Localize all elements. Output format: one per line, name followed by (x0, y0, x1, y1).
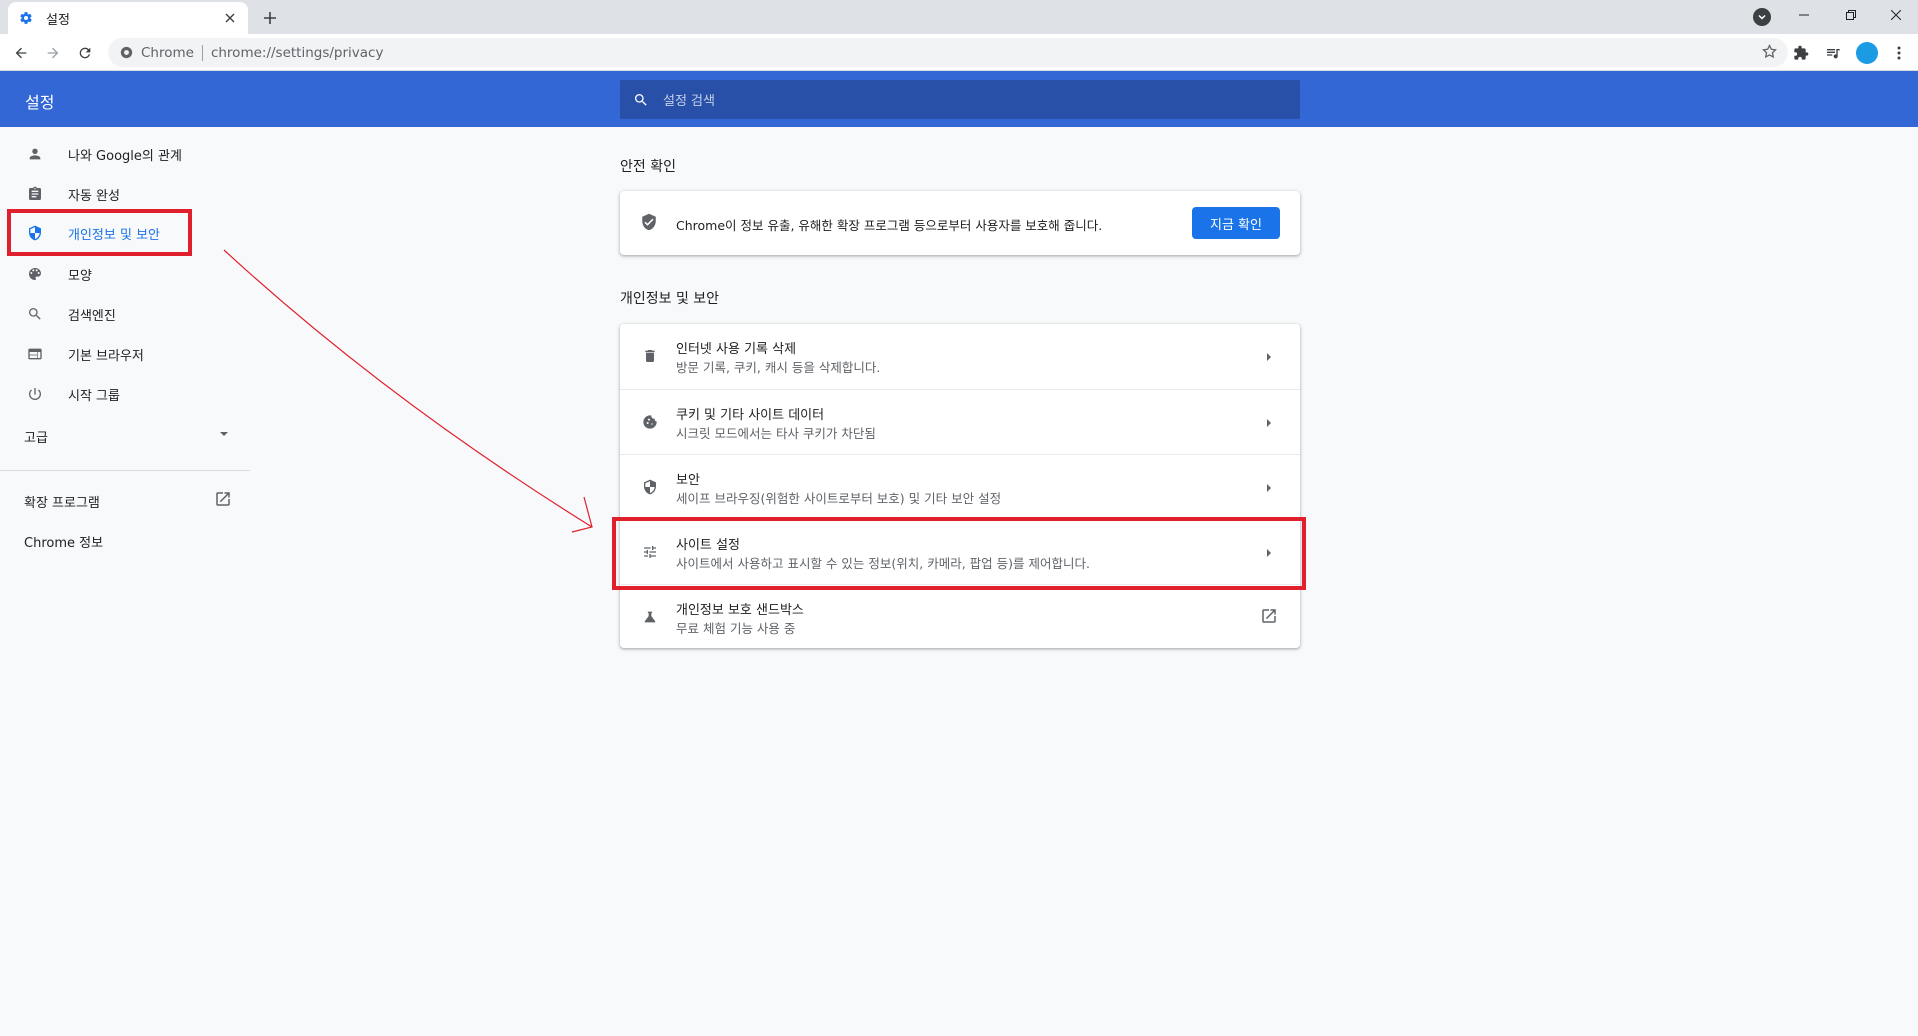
gear-icon (18, 10, 34, 26)
clipboard-icon (25, 184, 45, 204)
cookie-icon (640, 412, 660, 432)
sidebar-item-default-browser[interactable]: 기본 브라우저 (0, 334, 250, 374)
row-subtitle: 사이트에서 사용하고 표시할 수 있는 정보(위치, 카메라, 팝업 등)를 제… (676, 556, 1090, 571)
person-icon (25, 144, 45, 164)
palette-icon (25, 264, 45, 284)
sidebar-item-label: 자동 완성 (68, 188, 120, 204)
extensions-puzzle-icon[interactable] (1788, 40, 1814, 66)
sidebar-item-autofill[interactable]: 자동 완성 (0, 174, 250, 214)
row-clear-browsing-data[interactable]: 인터넷 사용 기록 삭제 방문 기록, 쿠키, 캐시 등을 삭제합니다. (620, 324, 1300, 389)
site-chip-label: Chrome (141, 44, 194, 61)
sidebar-item-label: 시작 그룹 (68, 388, 120, 404)
row-title: 보안 (676, 473, 700, 488)
sidebar-item-label: 모양 (68, 268, 92, 284)
arrow-right-icon (1264, 480, 1274, 499)
reload-button[interactable] (72, 40, 98, 66)
arrow-right-icon (1264, 415, 1274, 434)
sidebar-item-label: 확장 프로그램 (24, 496, 100, 511)
safety-check-description: Chrome이 정보 유출, 유해한 확장 프로그램 등으로부터 사용자를 보호… (676, 218, 1103, 233)
url-text[interactable]: chrome://settings/privacy (211, 45, 384, 61)
shield-check-icon (640, 213, 660, 233)
shield-icon (640, 477, 660, 497)
address-bar[interactable]: Chrome chrome://settings/privacy (108, 38, 1788, 67)
sidebar-advanced-label: 고급 (24, 431, 48, 446)
arrow-right-icon (1264, 349, 1274, 368)
shield-icon (25, 223, 45, 243)
row-subtitle: 세이프 브라우징(위험한 사이트로부터 보호) 및 기타 보안 설정 (676, 491, 1002, 506)
browser-icon (25, 344, 45, 364)
sidebar-item-label: 나와 Google의 관계 (68, 148, 182, 164)
site-chip[interactable]: Chrome (120, 45, 194, 61)
row-subtitle: 무료 체험 기능 사용 중 (676, 621, 796, 636)
search-icon (633, 92, 649, 108)
close-window-button[interactable] (1874, 0, 1918, 30)
flask-icon (640, 607, 660, 627)
profile-avatar[interactable] (1856, 42, 1878, 64)
chevron-down-icon (218, 428, 230, 444)
sidebar-item-label: 개인정보 및 보안 (68, 227, 160, 243)
row-subtitle: 방문 기록, 쿠키, 캐시 등을 삭제합니다. (676, 360, 881, 375)
arrow-right-icon (1264, 545, 1274, 564)
row-title: 개인정보 보호 샌드박스 (676, 603, 804, 618)
row-security[interactable]: 보안 세이프 브라우징(위험한 사이트로부터 보호) 및 기타 보안 설정 (620, 454, 1300, 519)
sidebar-item-label: 기본 브라우저 (68, 348, 144, 364)
minimize-button[interactable] (1782, 0, 1826, 30)
row-title: 쿠키 및 기타 사이트 데이터 (676, 408, 825, 423)
bookmark-star-icon[interactable] (1761, 43, 1778, 64)
sliders-icon (640, 542, 660, 562)
sidebar-item-label: 검색엔진 (68, 308, 116, 324)
page-title: 설정 (25, 93, 55, 112)
omnibox-separator (201, 44, 203, 61)
restore-button[interactable] (1829, 0, 1873, 30)
power-icon (25, 384, 45, 404)
safety-check-heading: 안전 확인 (620, 159, 676, 175)
search-placeholder: 설정 검색 (663, 94, 715, 109)
row-title: 인터넷 사용 기록 삭제 (676, 342, 797, 357)
settings-header: 설정 설정 검색 (0, 71, 1918, 127)
reading-list-icon[interactable] (1820, 40, 1846, 66)
trash-icon (640, 346, 660, 366)
privacy-security-card: 인터넷 사용 기록 삭제 방문 기록, 쿠키, 캐시 등을 삭제합니다. 쿠키 … (620, 324, 1300, 648)
tab-title: 설정 (46, 12, 70, 28)
safety-check-row: Chrome이 정보 유출, 유해한 확장 프로그램 등으로부터 사용자를 보호… (620, 191, 1300, 255)
row-title: 사이트 설정 (676, 538, 740, 553)
row-privacy-sandbox[interactable]: 개인정보 보호 샌드박스 무료 체험 기능 사용 중 (620, 584, 1300, 649)
tab-search-icon[interactable] (1753, 8, 1771, 26)
sidebar-item-you-and-google[interactable]: 나와 Google의 관계 (0, 134, 250, 174)
sidebar-item-about-chrome[interactable]: Chrome 정보 (0, 520, 250, 560)
sidebar-item-appearance[interactable]: 모양 (0, 254, 250, 294)
tab-strip: 설정 (0, 0, 1918, 34)
more-menu-icon[interactable] (1886, 40, 1912, 66)
sidebar-advanced-toggle[interactable]: 고급 (0, 415, 250, 455)
back-button[interactable] (8, 40, 34, 66)
sidebar-item-privacy-security[interactable]: 개인정보 및 보안 (0, 213, 250, 253)
sidebar-item-extensions[interactable]: 확장 프로그램 (0, 480, 250, 520)
open-in-new-icon (214, 490, 232, 512)
new-tab-button[interactable] (258, 6, 282, 30)
chrome-icon (120, 46, 133, 59)
settings-search-input[interactable]: 설정 검색 (620, 80, 1300, 119)
row-site-settings[interactable]: 사이트 설정 사이트에서 사용하고 표시할 수 있는 정보(위치, 카메라, 팝… (620, 519, 1300, 584)
sidebar-divider (0, 470, 250, 471)
privacy-security-heading: 개인정보 및 보안 (620, 291, 720, 307)
sidebar-item-label: Chrome 정보 (24, 536, 104, 551)
row-subtitle: 시크릿 모드에서는 타사 쿠키가 차단됨 (676, 426, 876, 441)
close-icon[interactable] (222, 10, 238, 26)
row-cookies[interactable]: 쿠키 및 기타 사이트 데이터 시크릿 모드에서는 타사 쿠키가 차단됨 (620, 389, 1300, 454)
tab-settings[interactable]: 설정 (8, 2, 248, 34)
browser-toolbar: Chrome chrome://settings/privacy (0, 34, 1918, 71)
check-now-button[interactable]: 지금 확인 (1192, 207, 1280, 239)
forward-button[interactable] (40, 40, 66, 66)
safety-check-card: Chrome이 정보 유출, 유해한 확장 프로그램 등으로부터 사용자를 보호… (620, 191, 1300, 255)
search-icon (25, 304, 45, 324)
sidebar-item-on-startup[interactable]: 시작 그룹 (0, 374, 250, 414)
open-in-new-icon (1260, 607, 1278, 629)
sidebar-item-search-engine[interactable]: 검색엔진 (0, 294, 250, 334)
